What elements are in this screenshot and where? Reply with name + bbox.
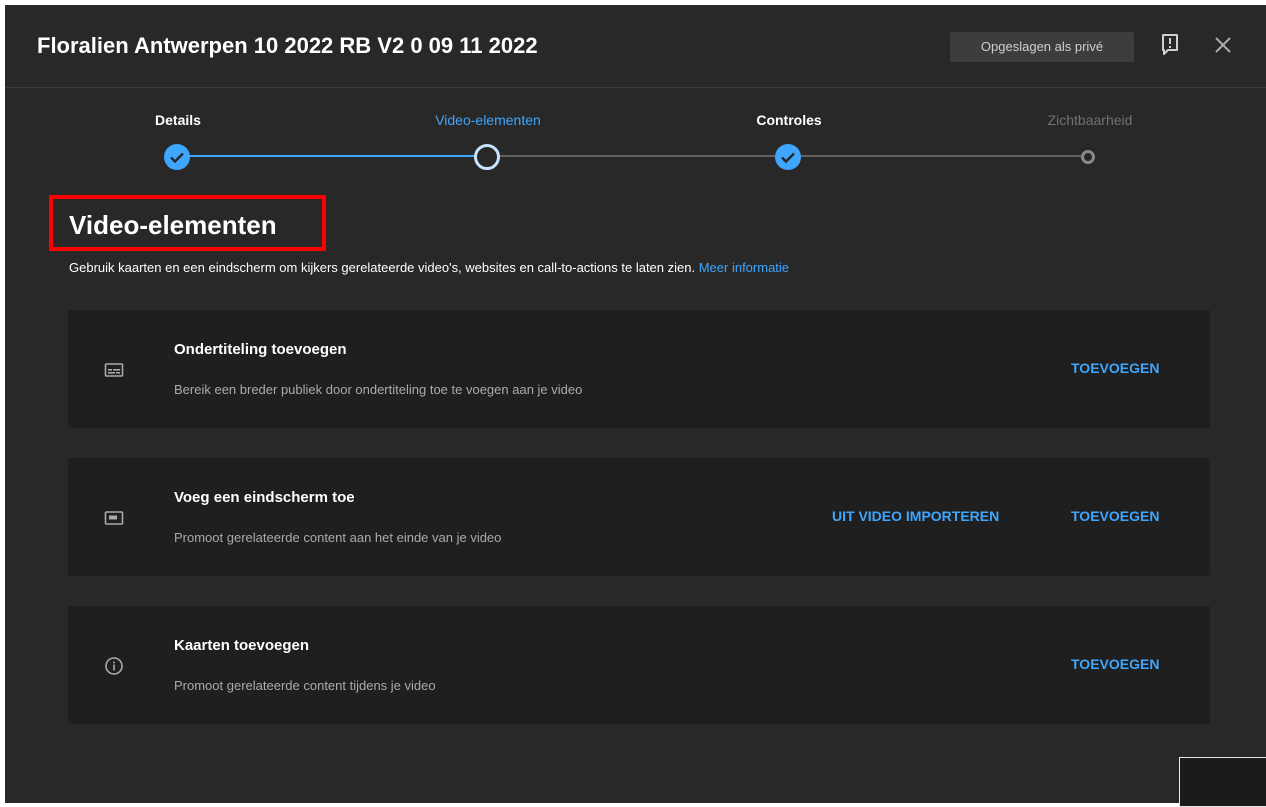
step-label-details[interactable]: Details (155, 112, 201, 128)
current-step-icon[interactable] (474, 144, 500, 170)
card-description: Bereik een breder publiek door ondertite… (174, 382, 583, 397)
section-description: Gebruik kaarten en een eindscherm om kij… (69, 260, 789, 275)
card-description: Promoot gerelateerde content tijdens je … (174, 678, 436, 693)
step-connector (500, 155, 783, 157)
step-connector (190, 155, 486, 157)
progress-stepper: Details Video-elementen Controles Zichtb… (5, 88, 1266, 188)
video-title: Floralien Antwerpen 10 2022 RB V2 0 09 1… (37, 33, 538, 58)
future-step-icon[interactable] (1081, 150, 1095, 164)
feedback-flag-icon[interactable] (1159, 33, 1181, 57)
step-label-controles[interactable]: Controles (756, 112, 821, 128)
card-description: Promoot gerelateerde content aan het ein… (174, 530, 502, 545)
more-info-link[interactable]: Meer informatie (699, 260, 789, 275)
end-screen-icon (104, 511, 124, 525)
add-subtitles-button[interactable]: TOEVOEGEN (1071, 360, 1159, 376)
step-label-video-elementen[interactable]: Video-elementen (435, 112, 541, 128)
card-subtitles: Ondertiteling toevoegen Bereik een brede… (68, 310, 1210, 428)
check-icon[interactable] (164, 144, 190, 170)
subtitles-icon (104, 363, 124, 377)
card-end-screen: Voeg een eindscherm toe Promoot gerelate… (68, 458, 1210, 576)
card-info-cards: Kaarten toevoegen Promoot gerelateerde c… (68, 606, 1210, 724)
card-title: Kaarten toevoegen (174, 637, 310, 654)
check-icon[interactable] (775, 144, 801, 170)
corner-thumbnail (1179, 757, 1266, 807)
add-end-screen-button[interactable]: TOEVOEGEN (1071, 508, 1159, 524)
card-title: Ondertiteling toevoegen (174, 341, 347, 358)
upload-dialog: Floralien Antwerpen 10 2022 RB V2 0 09 1… (5, 5, 1266, 803)
saved-status-badge: Opgeslagen als privé (950, 32, 1134, 62)
add-cards-button[interactable]: TOEVOEGEN (1071, 656, 1159, 672)
dialog-header: Floralien Antwerpen 10 2022 RB V2 0 09 1… (5, 5, 1266, 88)
section-title: Video-elementen (69, 210, 277, 240)
close-icon[interactable] (1211, 33, 1235, 57)
card-title: Voeg een eindscherm toe (174, 489, 355, 506)
step-connector (801, 155, 1081, 157)
info-icon (105, 657, 123, 675)
import-from-video-button[interactable]: UIT VIDEO IMPORTEREN (832, 508, 999, 524)
section-description-text: Gebruik kaarten en een eindscherm om kij… (69, 260, 696, 275)
step-label-zichtbaarheid[interactable]: Zichtbaarheid (1048, 112, 1133, 128)
